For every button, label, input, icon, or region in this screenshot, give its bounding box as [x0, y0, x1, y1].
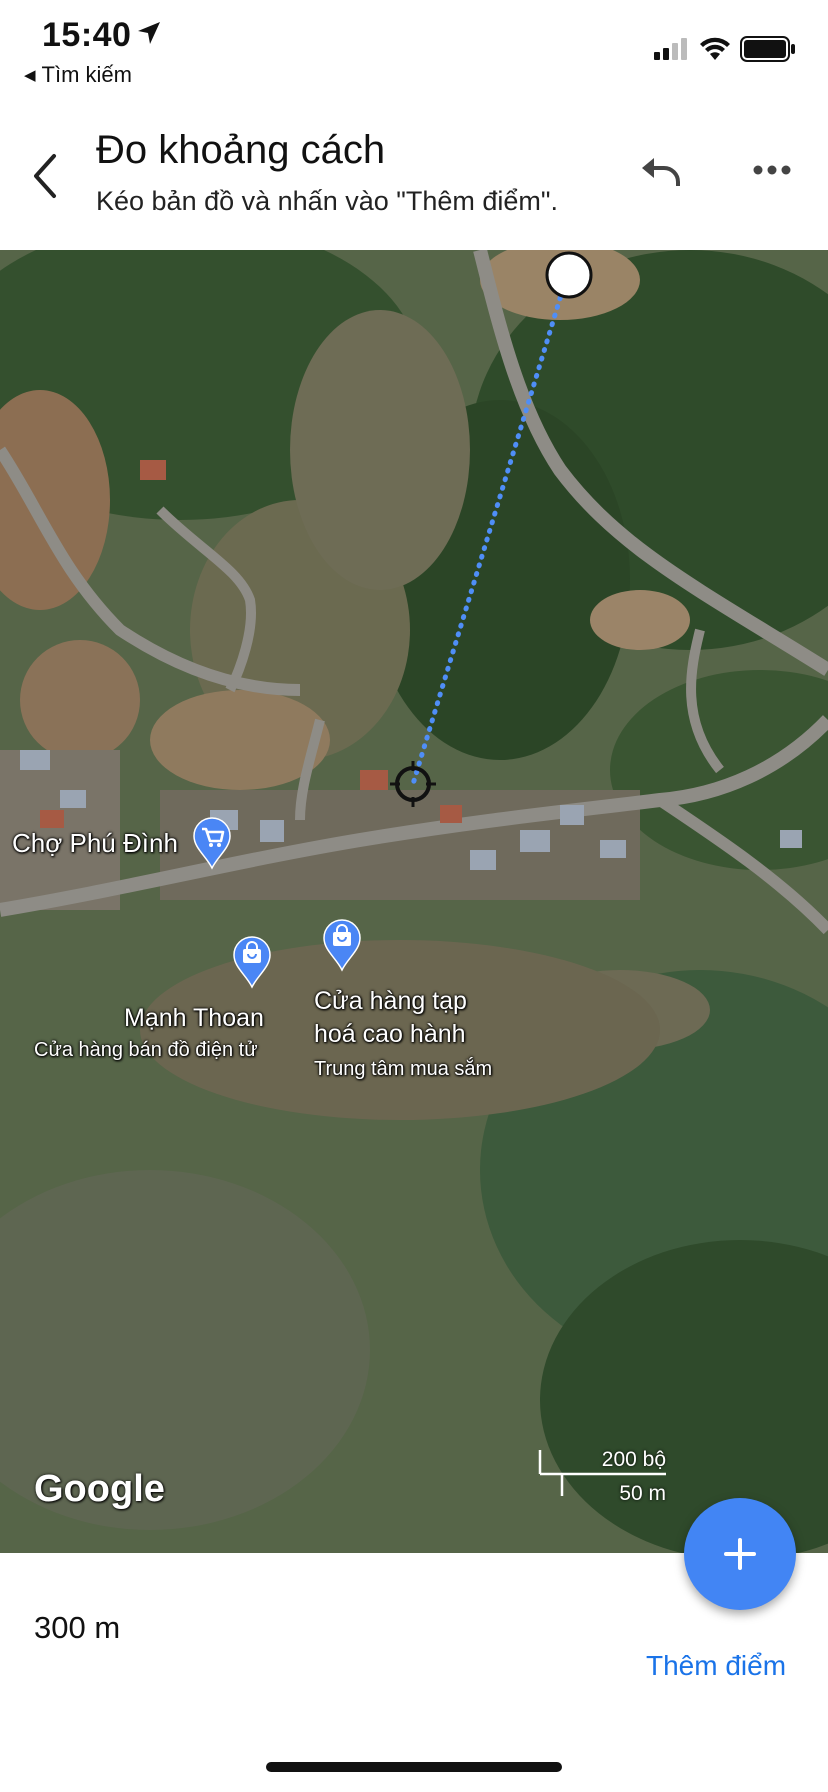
- poi-manh-thoan-category: Cửa hàng bán đồ điện tử: [34, 1039, 258, 1061]
- status-time: 15:40: [42, 16, 132, 54]
- poi-cua-hang-category: Trung tâm mua sắm: [314, 1058, 493, 1080]
- plus-icon: [724, 1538, 756, 1570]
- satellite-map[interactable]: Chợ Phú Đình Mạnh Thoan Cửa hàng bán đồ …: [0, 250, 828, 1553]
- add-point-button[interactable]: Thêm điểm: [646, 1650, 786, 1682]
- back-triangle-icon: ◀: [24, 67, 36, 84]
- measure-start-point[interactable]: [544, 250, 594, 300]
- cellular-signal-icon: [654, 38, 687, 60]
- wifi-icon: [700, 37, 730, 60]
- scale-imperial: 200 bộ: [601, 1448, 666, 1471]
- back-chevron-icon[interactable]: [26, 148, 66, 204]
- shopping-cart-pin-icon[interactable]: [192, 816, 232, 870]
- home-indicator[interactable]: [266, 1762, 562, 1772]
- crosshair-icon: [390, 761, 436, 807]
- distance-readout: 300 m: [34, 1610, 121, 1645]
- undo-icon[interactable]: [636, 154, 684, 194]
- poi-cua-hang-label-line2[interactable]: hoá cao hành: [314, 1020, 466, 1049]
- battery-icon: [740, 36, 795, 62]
- measure-line: [410, 269, 571, 787]
- map-scale: 200 bộ 50 m: [536, 1448, 666, 1508]
- location-arrow-icon: [138, 22, 160, 44]
- poi-manh-thoan-label[interactable]: Mạnh Thoan: [124, 1004, 264, 1033]
- more-options-icon[interactable]: [752, 164, 792, 176]
- status-bar: 15:40 ◀ Tìm kiếm: [0, 0, 828, 96]
- add-point-fab[interactable]: [684, 1498, 796, 1610]
- scale-metric: 50 m: [619, 1482, 666, 1505]
- shopping-bag-pin-icon[interactable]: [322, 918, 362, 972]
- header: Đo khoảng cách Kéo bản đồ và nhấn vào "T…: [0, 110, 828, 250]
- back-to-app-link[interactable]: ◀ Tìm kiếm: [24, 62, 132, 88]
- shopping-bag-pin-icon[interactable]: [232, 935, 272, 989]
- back-app-label: Tìm kiếm: [41, 62, 132, 87]
- poi-cua-hang-label-line1[interactable]: Cửa hàng tạp: [314, 987, 467, 1016]
- page-title: Đo khoảng cách: [96, 128, 386, 172]
- page-subtitle: Kéo bản đồ và nhấn vào "Thêm điểm".: [96, 186, 558, 216]
- google-logo: Google: [34, 1468, 165, 1510]
- poi-cho-phu-dinh-label[interactable]: Chợ Phú Đình: [12, 828, 178, 859]
